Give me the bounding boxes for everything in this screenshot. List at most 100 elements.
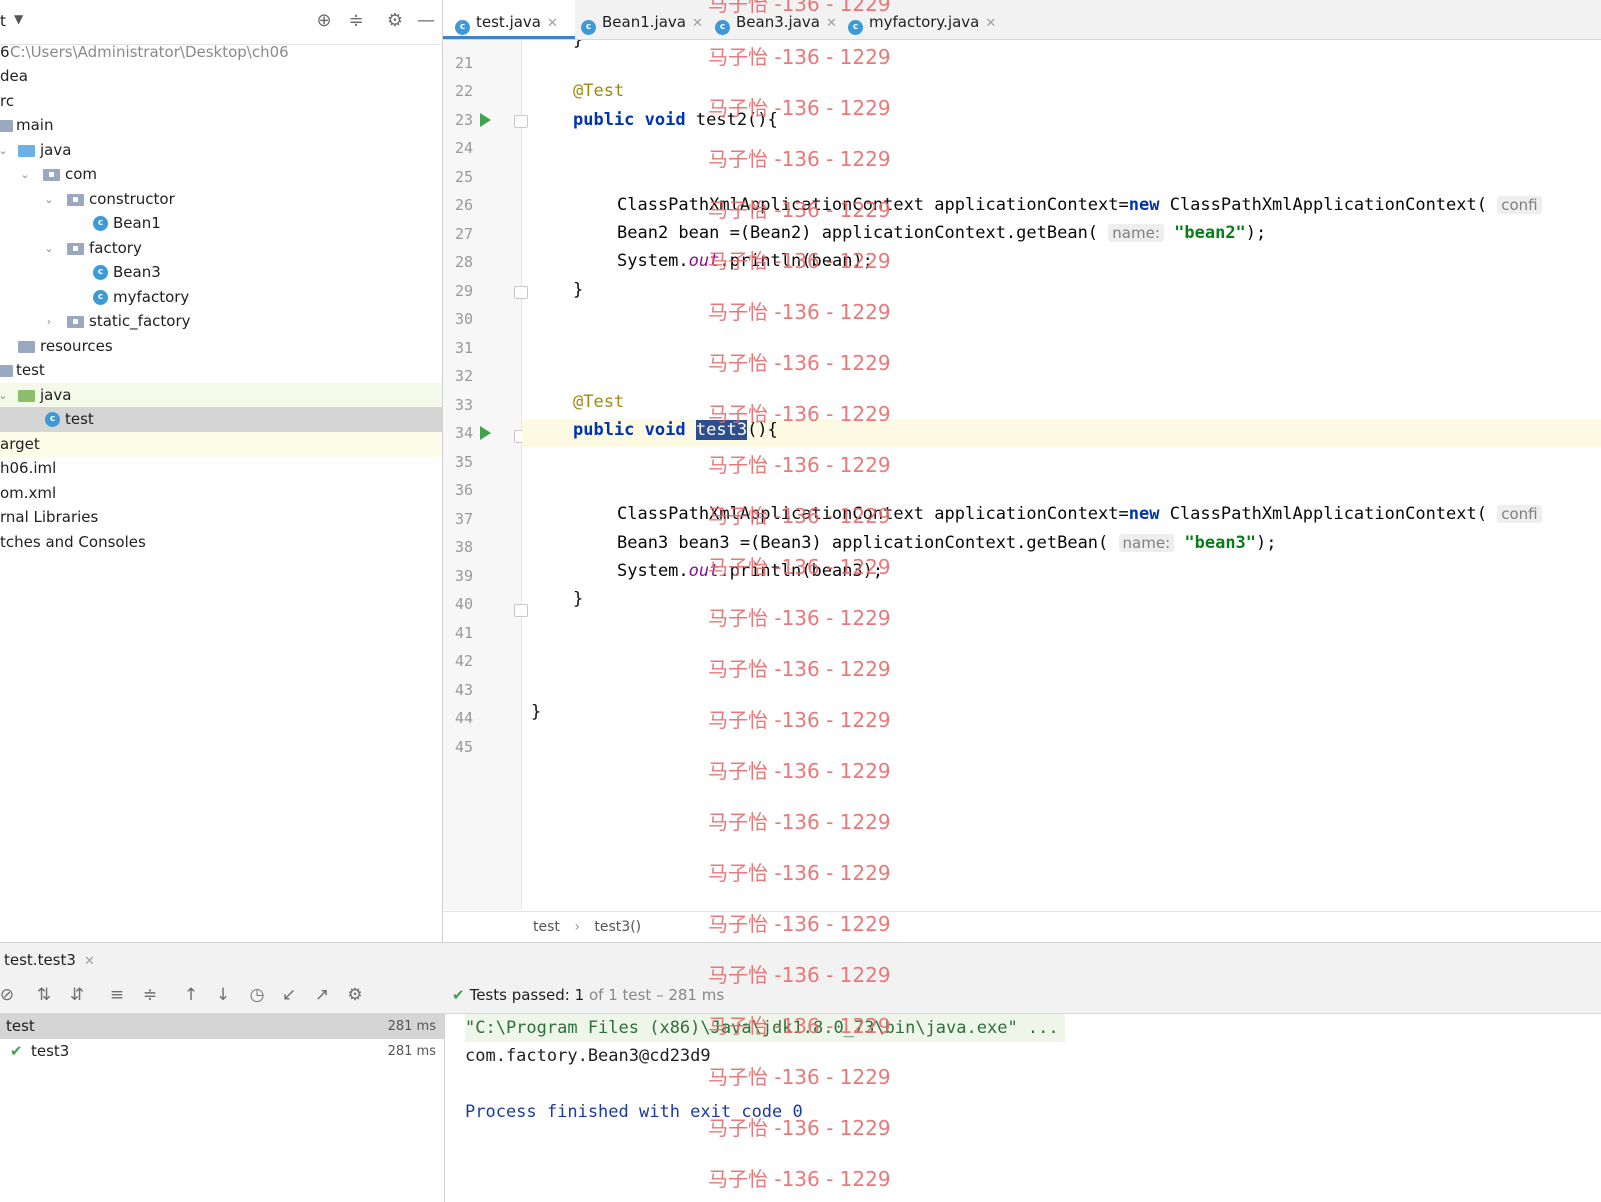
- show-passed-icon[interactable]: ⊘: [0, 984, 18, 1006]
- code-line: }: [531, 702, 542, 722]
- test-duration: 281 ms: [387, 1019, 436, 1034]
- tree-item-test-class[interactable]: c test: [0, 407, 442, 432]
- close-icon[interactable]: ✕: [826, 16, 837, 31]
- sort-duration-icon[interactable]: ⇵: [66, 984, 88, 1006]
- arrow-up-icon[interactable]: ↑: [180, 984, 202, 1006]
- tree-item-scratches[interactable]: tches and Consoles: [0, 530, 442, 555]
- project-header: t ▼ ⊕ ≑ ⚙ —: [0, 0, 442, 45]
- arrow-down-icon[interactable]: ↓: [212, 984, 234, 1006]
- sort-alpha-icon[interactable]: ⇅: [33, 984, 55, 1006]
- tree-label: tches and Consoles: [0, 533, 146, 551]
- close-icon[interactable]: ✕: [985, 16, 996, 31]
- locate-icon[interactable]: ⊕: [313, 10, 335, 32]
- parameter-hint: name:: [1108, 224, 1164, 242]
- chevron-right-icon[interactable]: ›: [42, 309, 56, 334]
- tree-label: arget: [0, 435, 40, 453]
- watermark: 马子怡 -136 - 1229: [708, 1065, 891, 1089]
- tree-label: dea: [0, 67, 28, 85]
- chevron-down-icon[interactable]: ⌄: [42, 236, 56, 261]
- tree-item-iml[interactable]: h06.iml: [0, 456, 442, 481]
- line-number: 31: [454, 339, 473, 357]
- breadcrumb: test › test3(): [443, 911, 1601, 942]
- close-icon[interactable]: ✕: [547, 16, 558, 31]
- tab-label: test.java: [476, 13, 542, 31]
- editor-tab-bar: c test.java ✕ c Bean1.java ✕ c Bean3.java ✕ cm…: [443, 0, 1601, 40]
- tree-label: om.xml: [0, 484, 57, 502]
- watermark: 马子怡 -136 - 1229: [708, 0, 891, 16]
- tree-root[interactable]: 6 C:\Users\Administrator\Desktop\ch06: [0, 40, 442, 65]
- gear-icon[interactable]: ⚙: [384, 10, 406, 32]
- folder-icon: [0, 365, 13, 377]
- chevron-down-icon[interactable]: ⌄: [0, 383, 10, 408]
- class-icon: c: [93, 290, 108, 305]
- tree-item-main[interactable]: main: [0, 113, 442, 138]
- code-line: @Test: [573, 81, 625, 101]
- line-number: 24: [454, 139, 473, 157]
- tree-item-myfactory[interactable]: c myfactory: [0, 285, 442, 310]
- watermark: 马子怡 -136 - 1229: [708, 402, 891, 426]
- tree-item-resources[interactable]: resources: [0, 334, 442, 359]
- tree-item-bean3[interactable]: c Bean3: [0, 260, 442, 285]
- tree-item-static-factory[interactable]: › static_factory: [0, 309, 442, 334]
- chevron-down-icon[interactable]: ⌄: [0, 138, 10, 163]
- chevron-down-icon[interactable]: ⌄: [42, 187, 56, 212]
- tree-label: Bean1: [113, 214, 161, 232]
- tree-label: Bean3: [113, 263, 161, 281]
- console-output[interactable]: "C:\Program Files (x86)\Java\jdk1.8.0_73…: [445, 1014, 1601, 1202]
- class-icon: c: [715, 20, 730, 35]
- tree-label: rc: [0, 92, 15, 110]
- close-icon[interactable]: ✕: [84, 954, 95, 969]
- tree-item-src[interactable]: rc: [0, 89, 442, 114]
- parameter-hint: confi: [1497, 196, 1542, 214]
- collapse-all-icon[interactable]: ≑: [345, 10, 367, 32]
- watermark: 马子怡 -136 - 1229: [708, 963, 891, 987]
- watermark: 马子怡 -136 - 1229: [708, 912, 891, 936]
- run-test-passed-icon[interactable]: [480, 426, 491, 440]
- code-editor[interactable]: } @Test public void test2(){ ClassPathXm…: [522, 40, 1601, 910]
- close-icon[interactable]: ✕: [692, 16, 703, 31]
- hide-icon[interactable]: —: [415, 10, 437, 32]
- tree-item-bean1[interactable]: c Bean1: [0, 211, 442, 236]
- project-view-title[interactable]: t: [0, 12, 6, 30]
- test-result-row[interactable]: ✔ test3 281 ms: [0, 1039, 444, 1064]
- collapse-all-icon[interactable]: ≑: [139, 984, 161, 1006]
- gear-icon[interactable]: ⚙: [344, 984, 366, 1006]
- run-tab[interactable]: test.test3 ✕: [4, 951, 95, 969]
- breadcrumb-method[interactable]: test3(): [594, 919, 641, 935]
- code-line: @Test: [573, 392, 625, 412]
- tab-test-java[interactable]: c test.java ✕: [443, 0, 575, 39]
- test-name: test3: [31, 1042, 70, 1060]
- test-result-row[interactable]: test 281 ms: [0, 1014, 444, 1039]
- package-icon: [43, 169, 60, 181]
- tree-item-test-dir[interactable]: test: [0, 358, 442, 383]
- chevron-down-icon[interactable]: ▼: [14, 12, 23, 26]
- expand-all-icon[interactable]: ≡: [106, 984, 128, 1006]
- watermark: 马子怡 -136 - 1229: [708, 861, 891, 885]
- chevron-down-icon[interactable]: ⌄: [18, 162, 32, 187]
- line-number: 29: [454, 282, 473, 300]
- tree-item-com[interactable]: ⌄ com: [0, 162, 442, 187]
- test-folder-icon: [18, 390, 35, 402]
- tree-label: test: [65, 410, 94, 428]
- tree-item-java[interactable]: ⌄ java: [0, 138, 442, 163]
- watermark: 马子怡 -136 - 1229: [708, 1014, 891, 1038]
- tree-item-test-java[interactable]: ⌄ java: [0, 383, 442, 408]
- tree-item-constructor[interactable]: ⌄ constructor: [0, 187, 442, 212]
- import-icon[interactable]: ↙: [278, 984, 300, 1006]
- tab-bean1-java[interactable]: c Bean1.java ✕: [575, 0, 703, 39]
- watermark: 马子怡 -136 - 1229: [708, 300, 891, 324]
- breadcrumb-class[interactable]: test: [533, 919, 560, 935]
- class-icon: c: [93, 265, 108, 280]
- tree-item-idea[interactable]: dea: [0, 64, 442, 89]
- run-test-icon[interactable]: [480, 113, 491, 127]
- package-icon: [67, 316, 84, 328]
- tree-item-pom[interactable]: om.xml: [0, 481, 442, 506]
- test-duration: 281 ms: [387, 1044, 436, 1059]
- export-icon[interactable]: ↗: [311, 984, 333, 1006]
- tree-item-factory[interactable]: ⌄ factory: [0, 236, 442, 261]
- tree-item-external-libraries[interactable]: rnal Libraries: [0, 505, 442, 530]
- tree-item-target[interactable]: arget: [0, 432, 442, 457]
- watermark: 马子怡 -136 - 1229: [708, 1167, 891, 1191]
- watermark: 马子怡 -136 - 1229: [708, 198, 891, 222]
- history-icon[interactable]: ◷: [246, 984, 268, 1006]
